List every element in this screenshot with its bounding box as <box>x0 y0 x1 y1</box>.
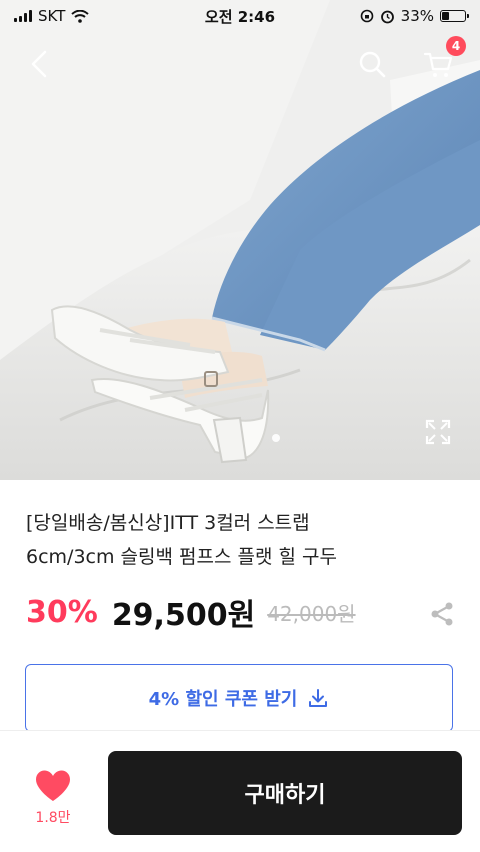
price-row: 30% 29,500원 42,000원 <box>26 590 456 634</box>
cart-count-badge: 4 <box>446 36 466 56</box>
search-button[interactable] <box>350 42 394 86</box>
carrier-name: SKT <box>38 7 66 25</box>
heart-icon <box>36 770 70 801</box>
product-title: [당일배송/봄신상]ITT 3컬러 스트랩 6cm/3cm 슬링백 펌프스 플랫… <box>26 506 456 574</box>
chevron-left-icon <box>31 50 47 78</box>
bottom-action-bar: 1.8만 구매하기 <box>0 730 480 852</box>
buy-button[interactable]: 구매하기 <box>108 751 462 835</box>
search-icon <box>359 51 386 78</box>
product-photo <box>0 0 480 480</box>
coupon-label: 4% 할인 쿠폰 받기 <box>148 689 298 710</box>
like-count: 1.8만 <box>35 810 71 826</box>
expand-icon <box>425 419 451 445</box>
expand-button[interactable] <box>416 410 460 454</box>
download-icon <box>309 689 328 707</box>
share-button[interactable] <box>428 600 456 628</box>
discount-rate: 30% <box>26 594 98 630</box>
product-title-line2: 6cm/3cm 슬링백 펌프스 플랫 힐 구두 <box>26 546 337 568</box>
orientation-lock-icon <box>360 9 373 23</box>
battery-percent: 33% <box>400 7 434 25</box>
wifi-icon <box>71 9 90 23</box>
buy-button-label: 구매하기 <box>244 783 326 808</box>
share-icon <box>431 602 453 626</box>
like-button[interactable]: 1.8만 <box>24 769 82 839</box>
battery-icon <box>440 10 469 22</box>
product-title-line1: [당일배송/봄신상]ITT 3컬러 스트랩 <box>26 512 310 534</box>
back-button[interactable] <box>18 42 62 86</box>
signal-icon <box>14 10 32 22</box>
status-bar: SKT 오전 2:46 33% <box>0 0 480 32</box>
product-image[interactable]: 4 <box>0 0 480 480</box>
cart-button[interactable]: 4 <box>416 36 466 86</box>
sale-price: 29,500원 <box>111 598 256 633</box>
original-price: 42,000원 <box>267 601 356 626</box>
coupon-download-button[interactable]: 4% 할인 쿠폰 받기 <box>25 664 453 732</box>
gallery-pagination-dot[interactable] <box>272 434 280 442</box>
alarm-icon <box>380 10 394 23</box>
